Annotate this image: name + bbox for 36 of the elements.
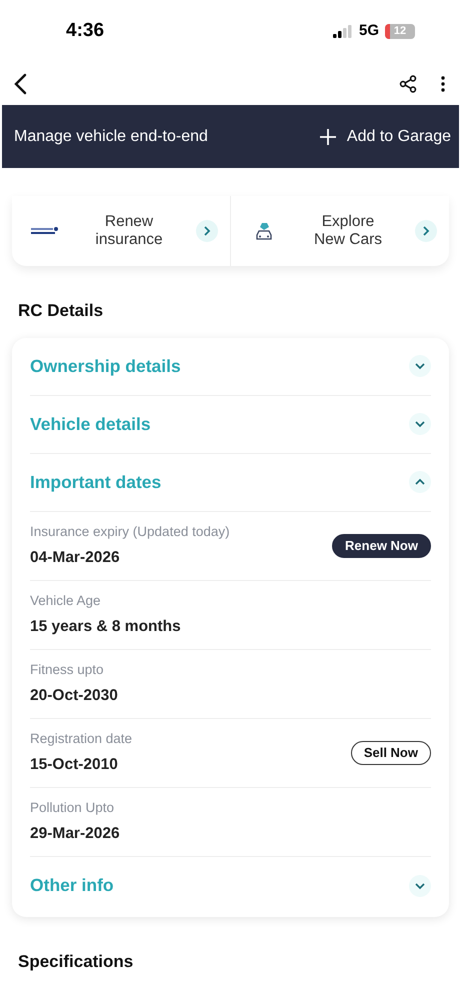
field-label: Fitness upto bbox=[30, 661, 105, 680]
share-icon[interactable] bbox=[399, 74, 417, 92]
chevron-right-icon bbox=[196, 220, 218, 242]
quick-link[interactable]: Explore New Cars bbox=[230, 196, 449, 266]
back-button[interactable] bbox=[12, 72, 28, 94]
banner-title: Manage vehicle end-to-end bbox=[14, 126, 208, 146]
add-to-garage-button[interactable]: Add to Garage bbox=[318, 124, 451, 148]
status-time: 4:36 bbox=[66, 18, 104, 43]
section-title: RC Details bbox=[17, 300, 104, 322]
field-label: Registration date bbox=[30, 730, 132, 748]
section-title: Specifications bbox=[17, 950, 134, 972]
field-value: 04-Mar-2026 bbox=[30, 548, 121, 568]
field-label: Vehicle Age bbox=[30, 592, 102, 610]
car-tag-icon bbox=[254, 221, 274, 241]
quick-link-label: Explore New Cars bbox=[312, 213, 384, 249]
quick-link[interactable]: Renew insurance bbox=[12, 196, 230, 266]
insurance-logo-icon bbox=[31, 227, 59, 235]
signal-icon bbox=[332, 24, 353, 38]
field-value: 15 years & 8 months bbox=[30, 616, 181, 636]
field-value: 20-Oct-2030 bbox=[30, 686, 118, 706]
more-menu-icon[interactable] bbox=[441, 76, 445, 92]
network-label: 5G bbox=[358, 20, 379, 41]
field-value: 29-Mar-2026 bbox=[30, 824, 120, 844]
sell-now-button[interactable]: Sell Now bbox=[350, 740, 431, 764]
quick-link-label: Renew insurance bbox=[94, 213, 164, 249]
chevron-down-icon bbox=[409, 355, 431, 377]
field-label: Insurance expiry (Updated today) bbox=[30, 523, 230, 542]
chevron-down-icon bbox=[409, 413, 431, 435]
battery-indicator: 12 bbox=[385, 24, 415, 38]
plus-icon bbox=[318, 128, 337, 146]
chevron-down-icon bbox=[409, 874, 431, 896]
field-label: Pollution Upto bbox=[30, 799, 116, 818]
renew-now-button[interactable]: Renew Now bbox=[332, 534, 431, 558]
chevron-up-icon bbox=[409, 471, 431, 493]
field-value: 15-Oct-2010 bbox=[30, 754, 119, 774]
chevron-right-icon bbox=[415, 220, 437, 242]
